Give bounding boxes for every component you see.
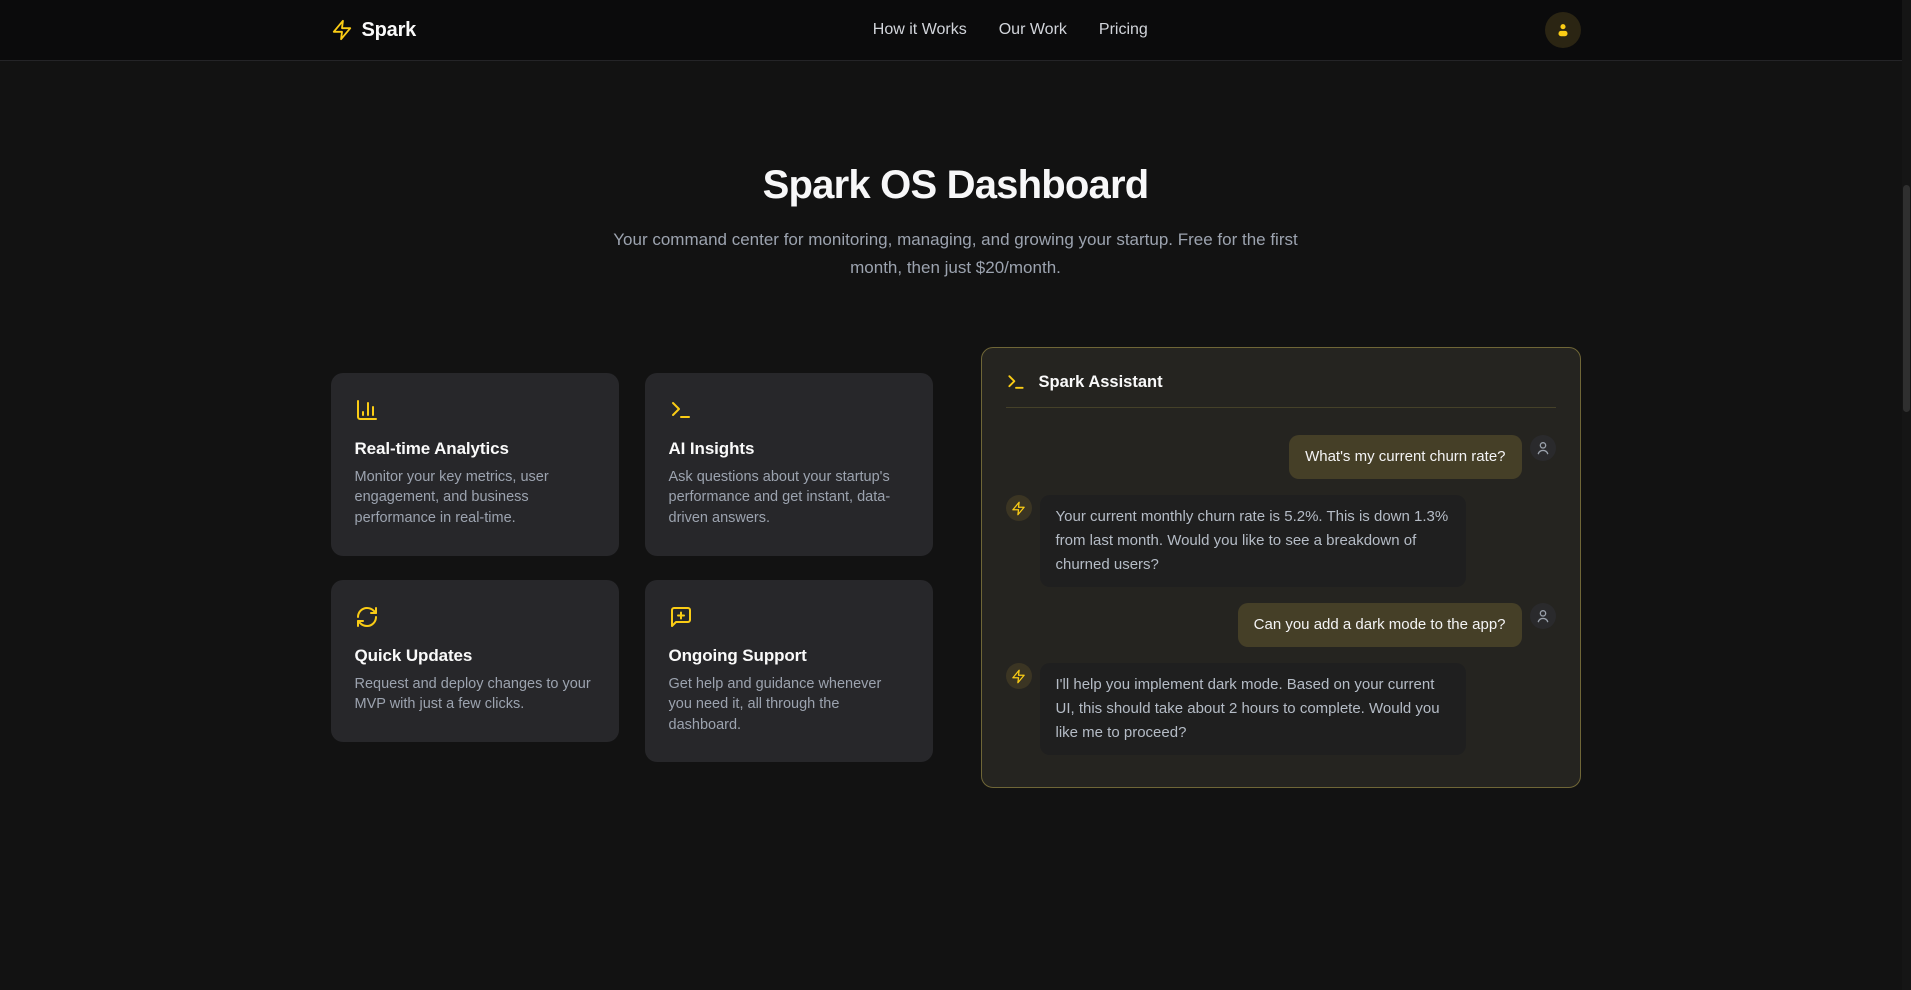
user-icon [1535, 440, 1551, 456]
user-message-row: Can you add a dark mode to the app? [1006, 603, 1556, 647]
terminal-icon [1006, 372, 1026, 392]
assistant-message-row: Your current monthly churn rate is 5.2%.… [1006, 495, 1556, 587]
brand-name: Spark [362, 19, 417, 42]
brand-logo[interactable]: Spark [331, 19, 417, 42]
user-message-bubble: What's my current churn rate? [1289, 435, 1521, 479]
feature-card-ongoing-support: Ongoing Support Get help and guidance wh… [645, 580, 933, 763]
top-nav: Spark How it Works Our Work Pricing [0, 0, 1911, 61]
feature-description: Monitor your key metrics, user engagemen… [355, 467, 595, 529]
assistant-message-bubble: Your current monthly churn rate is 5.2%.… [1040, 495, 1466, 587]
assistant-header: Spark Assistant [1006, 372, 1556, 392]
feature-description: Ask questions about your startup's perfo… [669, 467, 909, 529]
zap-icon [1011, 501, 1026, 516]
hero-section: Spark OS Dashboard Your command center f… [0, 163, 1911, 281]
feature-card-ai-insights: AI Insights Ask questions about your sta… [645, 373, 933, 556]
user-message-row: What's my current churn rate? [1006, 435, 1556, 479]
terminal-icon [669, 398, 909, 422]
content-row: Real-time Analytics Monitor your key met… [331, 347, 1581, 788]
features-grid: Real-time Analytics Monitor your key met… [331, 373, 933, 762]
page-scrollbar [1902, 0, 1911, 990]
assistant-message-row: I'll help you implement dark mode. Based… [1006, 663, 1556, 755]
page-subtitle: Your command center for monitoring, mana… [611, 226, 1301, 281]
feature-title: Quick Updates [355, 646, 595, 666]
feature-description: Get help and guidance whenever you need … [669, 674, 909, 736]
assistant-avatar [1006, 495, 1032, 521]
feature-card-realtime-analytics: Real-time Analytics Monitor your key met… [331, 373, 619, 556]
spark-assistant-panel: Spark Assistant What's my current churn … [981, 347, 1581, 788]
page-title: Spark OS Dashboard [0, 163, 1911, 208]
chart-column-icon [355, 398, 595, 422]
user-avatar [1530, 603, 1556, 629]
main-content: Spark OS Dashboard Your command center f… [0, 163, 1911, 788]
nav-item-how-it-works[interactable]: How it Works [873, 21, 967, 39]
nav-item-our-work[interactable]: Our Work [999, 21, 1067, 39]
feature-description: Request and deploy changes to your MVP w… [355, 674, 595, 715]
assistant-message-bubble: I'll help you implement dark mode. Based… [1040, 663, 1466, 755]
main-nav: How it Works Our Work Pricing [476, 21, 1544, 39]
assistant-avatar [1006, 663, 1032, 689]
feature-title: Real-time Analytics [355, 439, 595, 459]
divider [1006, 407, 1556, 408]
user-icon [1554, 21, 1572, 39]
zap-icon [1011, 669, 1026, 684]
zap-icon [331, 19, 353, 41]
account-avatar-button[interactable] [1545, 12, 1581, 48]
message-list: What's my current churn rate? [1006, 435, 1556, 755]
user-avatar [1530, 435, 1556, 461]
feature-title: Ongoing Support [669, 646, 909, 666]
user-message-bubble: Can you add a dark mode to the app? [1238, 603, 1522, 647]
nav-item-pricing[interactable]: Pricing [1099, 21, 1148, 39]
feature-title: AI Insights [669, 439, 909, 459]
user-icon [1535, 608, 1551, 624]
feature-card-quick-updates: Quick Updates Request and deploy changes… [331, 580, 619, 742]
scrollbar-thumb[interactable] [1903, 185, 1910, 412]
message-square-plus-icon [669, 605, 909, 629]
refresh-icon [355, 605, 595, 629]
assistant-title: Spark Assistant [1039, 373, 1163, 392]
